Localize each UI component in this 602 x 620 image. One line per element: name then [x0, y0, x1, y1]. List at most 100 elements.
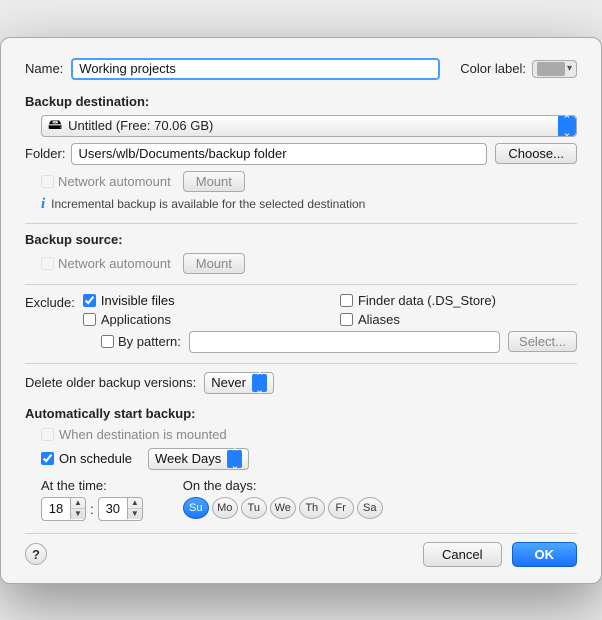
day-tu[interactable]: Tu [241, 497, 267, 519]
hours-spinner[interactable]: 18 ▲ ▼ [41, 497, 86, 521]
destination-select[interactable]: 🖴 Untitled (Free: 70.06 GB) ⌃⌄ [41, 115, 577, 137]
divider-3 [25, 363, 577, 364]
network-automount-label-dest[interactable]: Network automount [41, 174, 171, 189]
folder-input[interactable] [71, 143, 487, 165]
hours-up-icon[interactable]: ▲ [71, 498, 85, 509]
choose-button[interactable]: Choose... [495, 143, 577, 164]
info-icon: i [41, 196, 45, 213]
aliases-label: Aliases [358, 312, 400, 327]
color-select[interactable]: ▾ [532, 60, 577, 78]
divider-1 [25, 223, 577, 224]
days-label: On the days: [183, 478, 383, 493]
pattern-input[interactable] [189, 331, 500, 353]
week-text: Week Days [155, 451, 221, 466]
schedule-row: On schedule Week Days ⌃⌄ [41, 448, 577, 470]
on-schedule-checkbox[interactable] [41, 452, 54, 465]
auto-start-section: Automatically start backup: When destina… [25, 406, 577, 521]
destination-chevron-icon: ⌃⌄ [558, 116, 576, 136]
hours-value: 18 [42, 501, 70, 516]
when-dest-mounted-checkbox[interactable] [41, 428, 54, 441]
applications-label: Applications [101, 312, 171, 327]
day-su[interactable]: Su [183, 497, 209, 519]
auto-start-header: Automatically start backup: [25, 406, 577, 421]
pattern-row: By pattern: Select... [101, 331, 577, 353]
exclude-label: Exclude: [25, 293, 75, 310]
network-automount-checkbox-src[interactable] [41, 257, 54, 270]
exclude-finder-data[interactable]: Finder data (.DS_Store) [340, 293, 577, 308]
minutes-value: 30 [99, 501, 127, 516]
dialog: Name: Color label: ▾ Backup destination:… [0, 37, 602, 584]
hours-arrows: ▲ ▼ [70, 498, 85, 519]
never-select[interactable]: Never ⌃⌄ [204, 372, 274, 394]
destination-text: Untitled (Free: 70.06 GB) [68, 118, 554, 133]
color-label-section: Color label: ▾ [460, 60, 577, 78]
footer: ? Cancel OK [25, 533, 577, 567]
destination-row: 🖴 Untitled (Free: 70.06 GB) ⌃⌄ [41, 115, 577, 137]
info-text: Incremental backup is available for the … [51, 197, 365, 211]
time-section: At the time: 18 ▲ ▼ : 30 ▲ ▼ [41, 478, 143, 521]
exclude-aliases[interactable]: Aliases [340, 312, 577, 327]
hdd-icon: 🖴 [48, 114, 62, 138]
day-we[interactable]: We [270, 497, 296, 519]
invisible-files-label: Invisible files [101, 293, 175, 308]
exclude-applications[interactable]: Applications [83, 312, 320, 327]
finder-data-label: Finder data (.DS_Store) [358, 293, 496, 308]
network-mount-row-dest: Network automount Mount [41, 171, 577, 192]
color-swatch [537, 62, 565, 76]
select-button[interactable]: Select... [508, 331, 577, 352]
folder-row: Folder: Choose... [25, 143, 577, 165]
time-colon: : [90, 501, 94, 517]
time-label: At the time: [41, 478, 143, 493]
delete-row: Delete older backup versions: Never ⌃⌄ [25, 372, 577, 394]
week-select[interactable]: Week Days ⌃⌄ [148, 448, 249, 470]
invisible-files-checkbox[interactable] [83, 294, 96, 307]
by-pattern-label[interactable]: By pattern: [101, 334, 181, 349]
day-buttons: Su Mo Tu We Th Fr Sa [183, 497, 383, 519]
name-label: Name: [25, 61, 63, 76]
name-input[interactable] [71, 58, 440, 80]
network-mount-row-src: Network automount Mount [41, 253, 577, 274]
help-button[interactable]: ? [25, 543, 47, 565]
when-dest-mounted-label[interactable]: When destination is mounted [41, 427, 227, 442]
applications-checkbox[interactable] [83, 313, 96, 326]
minutes-up-icon[interactable]: ▲ [128, 498, 142, 509]
on-schedule-label[interactable]: On schedule [41, 451, 132, 466]
time-inputs: 18 ▲ ▼ : 30 ▲ ▼ [41, 497, 143, 521]
hours-down-icon[interactable]: ▼ [71, 509, 85, 519]
time-days-row: At the time: 18 ▲ ▼ : 30 ▲ ▼ [41, 478, 577, 521]
exclude-invisible-files[interactable]: Invisible files [83, 293, 320, 308]
name-row: Name: Color label: ▾ [25, 58, 577, 80]
color-chevron-icon: ▾ [567, 63, 572, 74]
backup-destination-header: Backup destination: [25, 94, 577, 109]
exclude-row: Exclude: Invisible files Finder data (.D… [25, 293, 577, 327]
folder-label: Folder: [25, 146, 65, 161]
day-sa[interactable]: Sa [357, 497, 383, 519]
backup-source-header: Backup source: [25, 232, 577, 247]
minutes-arrows: ▲ ▼ [127, 498, 142, 519]
days-section: On the days: Su Mo Tu We Th Fr Sa [183, 478, 383, 519]
color-label-text: Color label: [460, 61, 526, 76]
when-dest-row: When destination is mounted [41, 427, 577, 442]
aliases-checkbox[interactable] [340, 313, 353, 326]
minutes-down-icon[interactable]: ▼ [128, 509, 142, 519]
exclude-grid: Invisible files Finder data (.DS_Store) … [83, 293, 577, 327]
mount-button-src[interactable]: Mount [183, 253, 245, 274]
never-text: Never [211, 375, 246, 390]
minutes-spinner[interactable]: 30 ▲ ▼ [98, 497, 143, 521]
cancel-button[interactable]: Cancel [423, 542, 501, 567]
finder-data-checkbox[interactable] [340, 294, 353, 307]
by-pattern-checkbox[interactable] [101, 335, 114, 348]
footer-buttons: Cancel OK [423, 542, 577, 567]
network-automount-checkbox-dest[interactable] [41, 175, 54, 188]
day-th[interactable]: Th [299, 497, 325, 519]
week-chevron-icon: ⌃⌄ [227, 450, 242, 468]
divider-2 [25, 284, 577, 285]
day-mo[interactable]: Mo [212, 497, 238, 519]
never-chevron-icon: ⌃⌄ [252, 374, 267, 392]
mount-button-dest[interactable]: Mount [183, 171, 245, 192]
network-automount-label-src[interactable]: Network automount [41, 256, 171, 271]
delete-label: Delete older backup versions: [25, 375, 196, 390]
day-fr[interactable]: Fr [328, 497, 354, 519]
ok-button[interactable]: OK [512, 542, 578, 567]
info-row: i Incremental backup is available for th… [41, 196, 577, 213]
